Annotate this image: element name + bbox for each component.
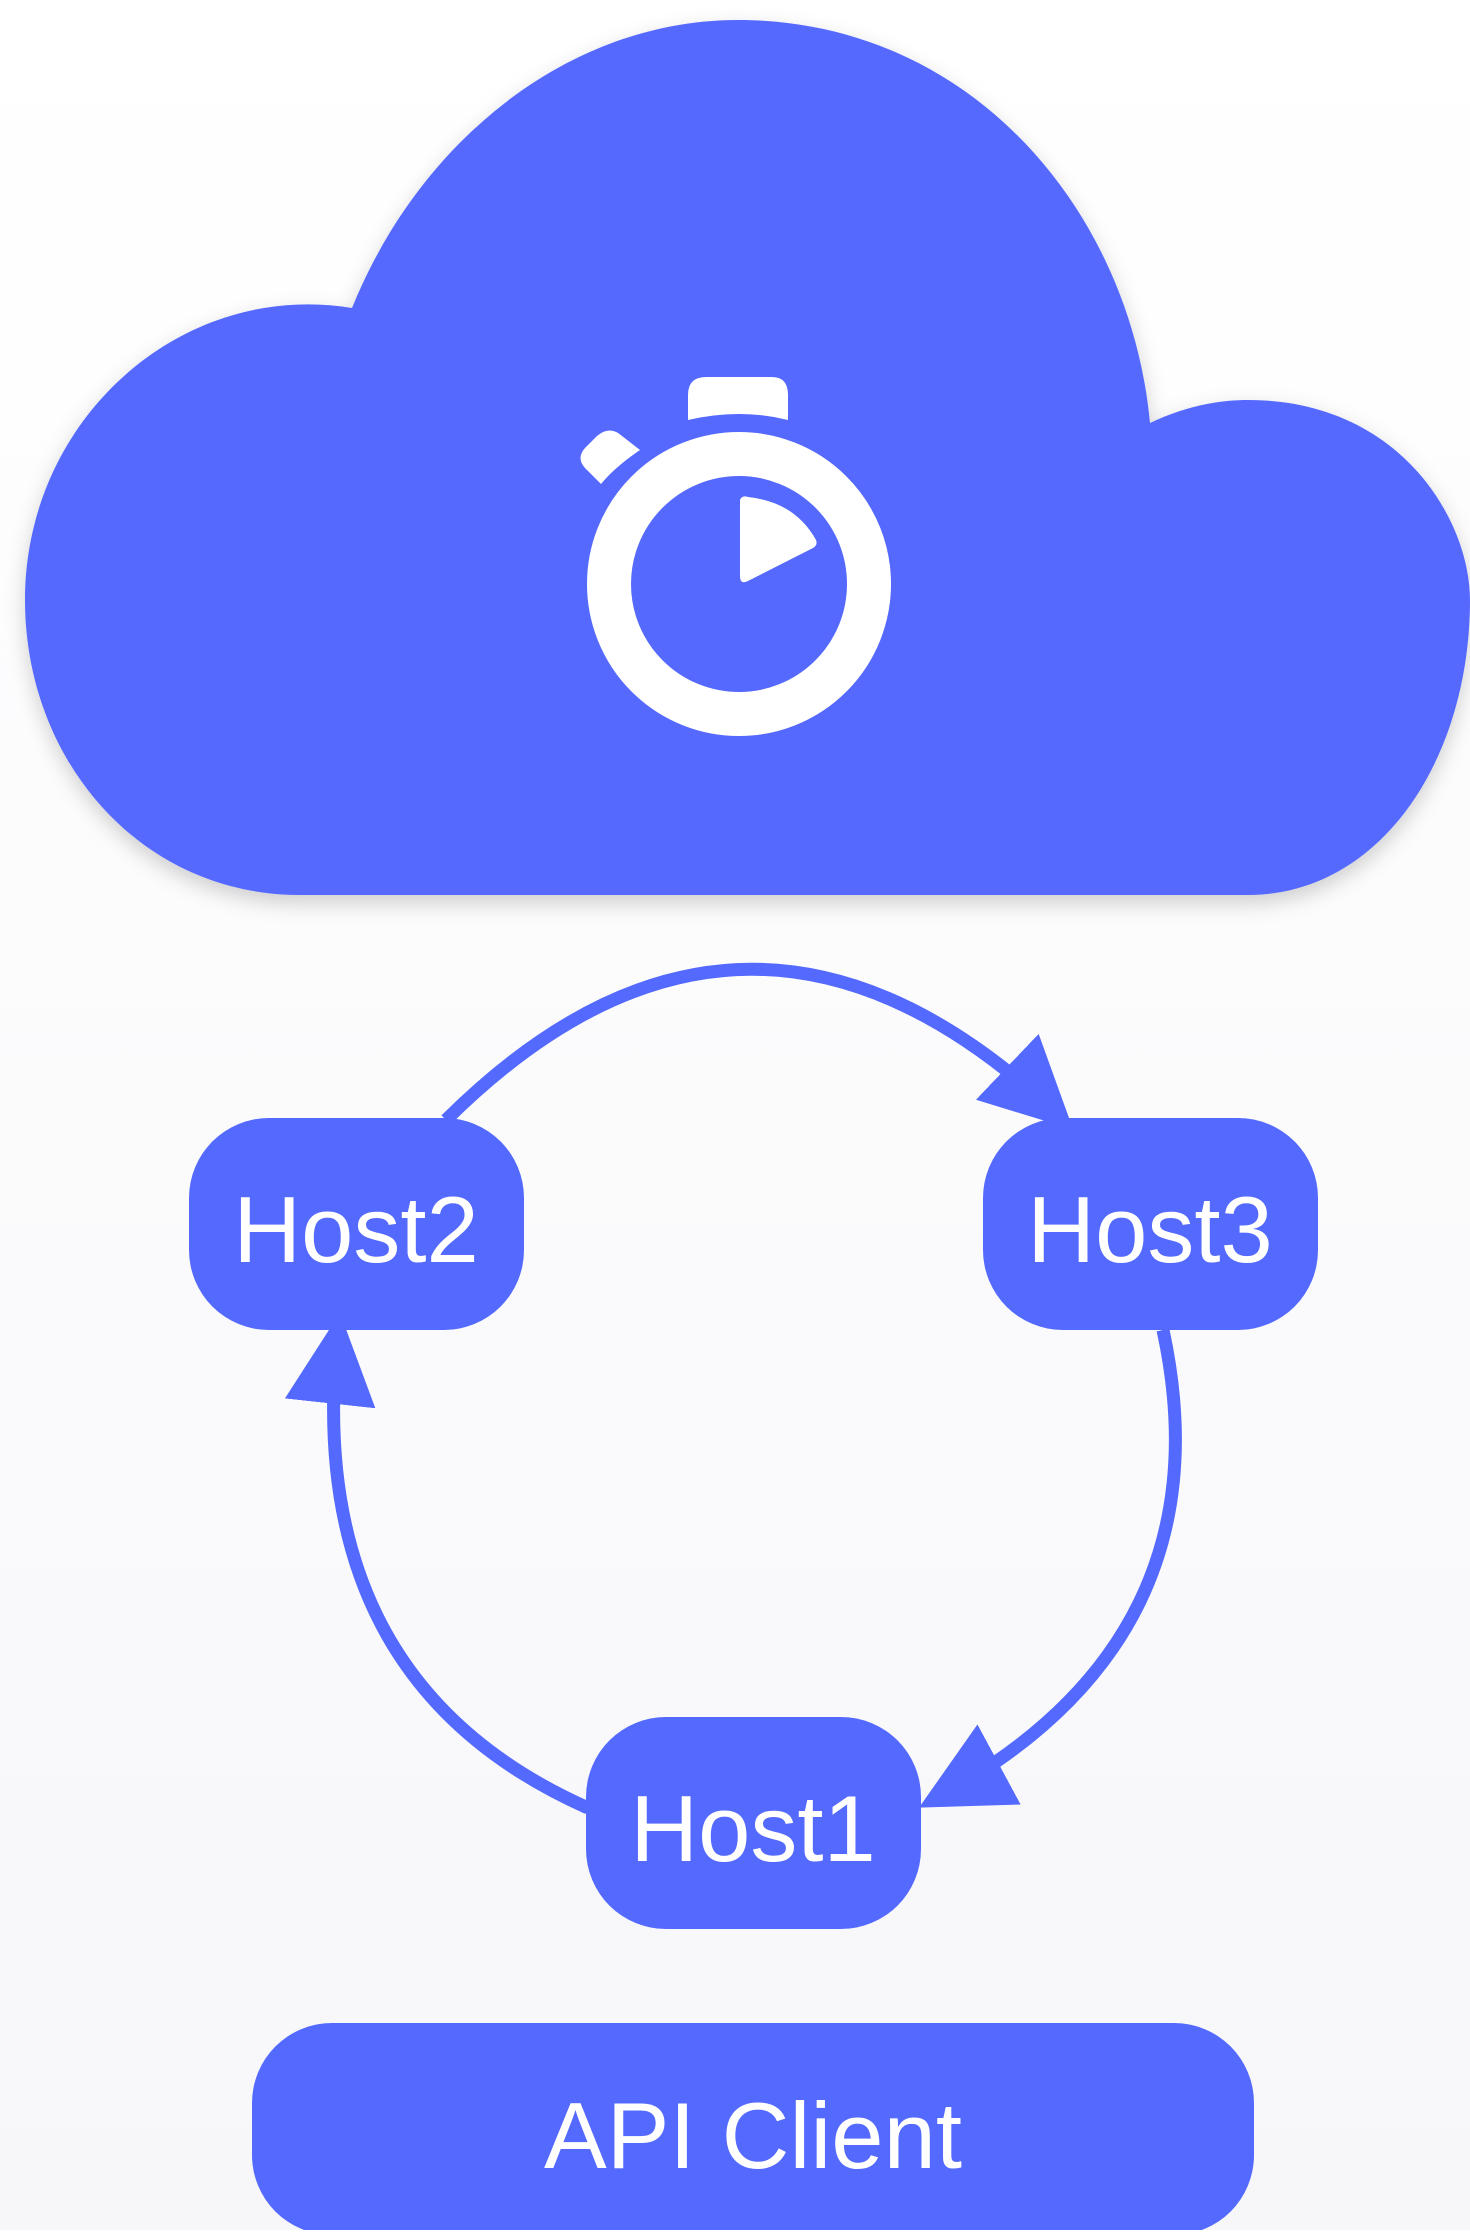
connection-host2-to-host3 <box>441 962 1074 1130</box>
connection-host3-to-host1 <box>918 1328 1182 1808</box>
api-client-label: API Client <box>544 2083 962 2188</box>
host-label: Host1 <box>630 1776 876 1881</box>
api-client-box: API Client <box>252 2023 1254 2235</box>
host-node-host1: Host1 <box>586 1717 921 1929</box>
connection-host1-to-host2 <box>284 1312 591 1814</box>
diagram-svg: Host2 Host3 Host1 API Client <box>25 20 1470 2235</box>
diagram-canvas: Host2 Host3 Host1 API Client <box>0 0 1470 2235</box>
host-label: Host3 <box>1027 1177 1273 1282</box>
host-node-host2: Host2 <box>189 1118 524 1330</box>
host-node-host3: Host3 <box>983 1118 1318 1330</box>
host-label: Host2 <box>233 1177 479 1282</box>
